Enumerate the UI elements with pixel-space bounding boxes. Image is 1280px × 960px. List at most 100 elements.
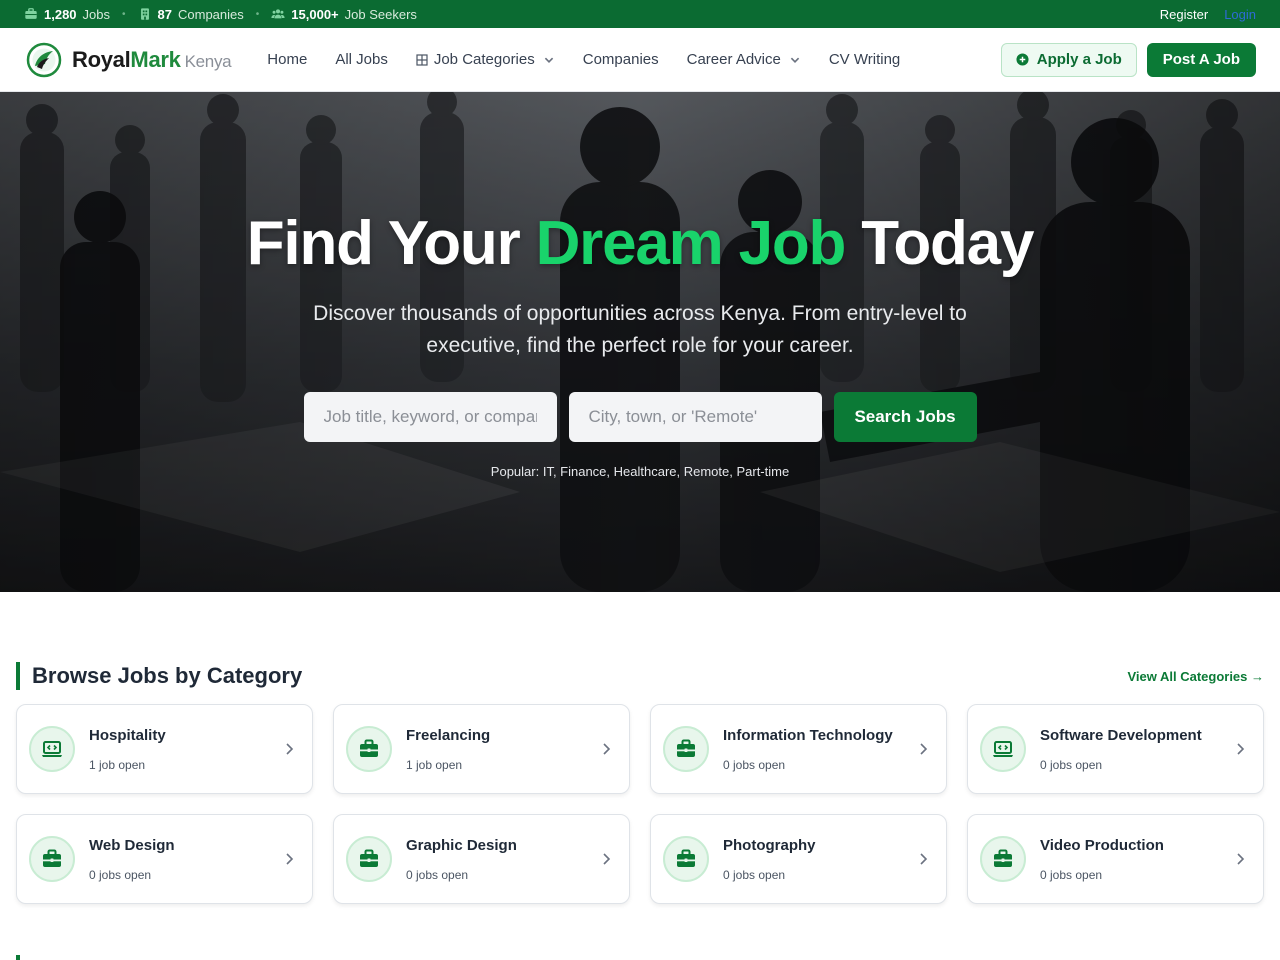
location-search-input[interactable] <box>568 392 822 442</box>
category-info: Video Production 0 jobs open <box>1040 837 1235 882</box>
main-nav: Home All Jobs Job Categories Companies C… <box>267 51 900 68</box>
nav-all-jobs[interactable]: All Jobs <box>335 51 388 68</box>
category-card[interactable]: Graphic Design 0 jobs open <box>333 814 630 904</box>
category-card[interactable]: Video Production 0 jobs open <box>967 814 1264 904</box>
category-card[interactable]: Information Technology 0 jobs open <box>650 704 947 794</box>
chevron-right-icon <box>286 853 294 865</box>
users-icon <box>271 9 285 19</box>
main-header: RoyalMark Kenya Home All Jobs Job Categor… <box>0 28 1280 92</box>
categories-title-text: Browse Jobs by Category <box>32 663 303 688</box>
hero-title: Find Your Dream Job Today <box>246 208 1035 280</box>
category-job-count: 0 jobs open <box>723 867 786 882</box>
category-card[interactable]: Web Design 0 jobs open <box>16 814 313 904</box>
category-job-count: 0 jobs open <box>1040 757 1103 772</box>
nav-cv-writing[interactable]: CV Writing <box>829 51 900 68</box>
category-info: Freelancing 1 job open <box>406 727 601 772</box>
nav-home[interactable]: Home <box>267 51 307 68</box>
apply-job-label: Apply a Job <box>1036 51 1122 68</box>
briefcase-icon <box>346 836 392 882</box>
category-name: Information Technology <box>723 726 893 744</box>
hero-title-accent: Dream Job <box>535 209 847 278</box>
login-link[interactable]: Login <box>1224 7 1256 22</box>
next-section-accent-bar <box>16 955 20 960</box>
hero-title-end: Today <box>845 209 1034 278</box>
site-logo[interactable]: RoyalMark Kenya <box>26 42 232 78</box>
keyword-search-input[interactable] <box>303 392 557 442</box>
briefcase-icon <box>980 836 1026 882</box>
stat-companies: 87 Companies <box>138 7 244 22</box>
categories-section: Browse Jobs by Category View All Categor… <box>0 592 1280 904</box>
category-job-count: 1 job open <box>89 757 146 772</box>
category-card[interactable]: Freelancing 1 job open <box>333 704 630 794</box>
category-card[interactable]: Software Development 0 jobs open <box>967 704 1264 794</box>
search-jobs-button[interactable]: Search Jobs <box>833 392 977 442</box>
category-card[interactable]: Hospitality 1 job open <box>16 704 313 794</box>
category-job-count: 0 jobs open <box>1040 867 1103 882</box>
category-job-count: 0 jobs open <box>723 757 786 772</box>
category-card[interactable]: Photography 0 jobs open <box>650 814 947 904</box>
separator-dot: • <box>255 8 260 20</box>
briefcase-icon <box>346 726 392 772</box>
nav-career-advice[interactable]: Career Advice <box>687 51 801 68</box>
category-name: Photography <box>723 836 816 854</box>
stat-companies-label: Companies <box>178 6 244 22</box>
category-info: Information Technology 0 jobs open <box>723 727 918 772</box>
category-name: Video Production <box>1040 836 1164 854</box>
brand-royal: Royal <box>72 46 131 72</box>
chevron-down-icon <box>544 57 553 63</box>
auth-links: Register Login <box>1160 7 1256 22</box>
nav-job-categories-label: Job Categories <box>433 51 535 68</box>
header-actions: Apply a Job Post A Job <box>1000 42 1256 77</box>
register-link[interactable]: Register <box>1160 7 1208 22</box>
category-info: Web Design 0 jobs open <box>89 837 284 882</box>
hero-section: Find Your Dream Job Today Discover thous… <box>0 92 1280 592</box>
top-stats-bar: 1,280 Jobs • 87 Companies • 15,000+ Job … <box>0 0 1280 28</box>
categories-title: Browse Jobs by Category <box>16 662 302 690</box>
stat-companies-value: 87 <box>157 6 172 22</box>
brand-country: Kenya <box>184 51 232 71</box>
category-name: Freelancing <box>406 726 491 744</box>
stat-jobs: 1,280 Jobs <box>24 7 110 22</box>
building-icon <box>140 8 149 20</box>
category-name: Web Design <box>89 836 175 854</box>
view-all-categories-link[interactable]: View All Categories → <box>1127 669 1264 684</box>
chevron-right-icon <box>286 743 294 755</box>
stat-seekers-label: Job Seekers <box>344 6 417 22</box>
categories-header: Browse Jobs by Category View All Categor… <box>16 662 1264 690</box>
chevron-right-icon <box>1237 743 1245 755</box>
stat-jobs-value: 1,280 <box>44 6 77 22</box>
category-job-count: 0 jobs open <box>406 867 469 882</box>
nav-job-categories[interactable]: Job Categories <box>416 51 555 68</box>
briefcase-icon <box>663 836 709 882</box>
hero-subtitle: Discover thousands of opportunities acro… <box>313 302 967 357</box>
category-job-count: 0 jobs open <box>89 867 152 882</box>
category-info: Graphic Design 0 jobs open <box>406 837 601 882</box>
category-info: Hospitality 1 job open <box>89 727 284 772</box>
hero-title-start: Find Your <box>246 209 536 278</box>
brand-mark: Mark <box>130 46 181 72</box>
nav-companies[interactable]: Companies <box>583 51 659 68</box>
laptop-code-icon <box>980 726 1026 772</box>
chevron-right-icon <box>603 853 611 865</box>
title-accent-bar <box>16 662 20 690</box>
brand-name: RoyalMark Kenya <box>72 46 232 73</box>
plus-circle-icon <box>1016 53 1029 66</box>
chevron-right-icon <box>1237 853 1245 865</box>
category-name: Software Development <box>1040 726 1202 744</box>
apply-job-button[interactable]: Apply a Job <box>1000 42 1137 77</box>
stat-seekers: 15,000+ Job Seekers <box>271 7 417 22</box>
grid-icon <box>416 53 428 66</box>
laptop-code-icon <box>29 726 75 772</box>
briefcase-icon <box>25 8 37 19</box>
site-stats: 1,280 Jobs • 87 Companies • 15,000+ Job … <box>24 7 417 22</box>
category-grid: Hospitality 1 job open Freelancing 1 job op… <box>16 704 1264 904</box>
chevron-right-icon <box>603 743 611 755</box>
category-name: Graphic Design <box>406 836 517 854</box>
post-job-button[interactable]: Post A Job <box>1146 42 1256 77</box>
briefcase-icon <box>663 726 709 772</box>
category-name: Hospitality <box>89 726 166 744</box>
briefcase-icon <box>29 836 75 882</box>
popular-searches: Popular: IT, Finance, Healthcare, Remote… <box>490 464 790 479</box>
logo-emblem-icon <box>26 42 62 77</box>
chevron-down-icon <box>790 57 800 63</box>
